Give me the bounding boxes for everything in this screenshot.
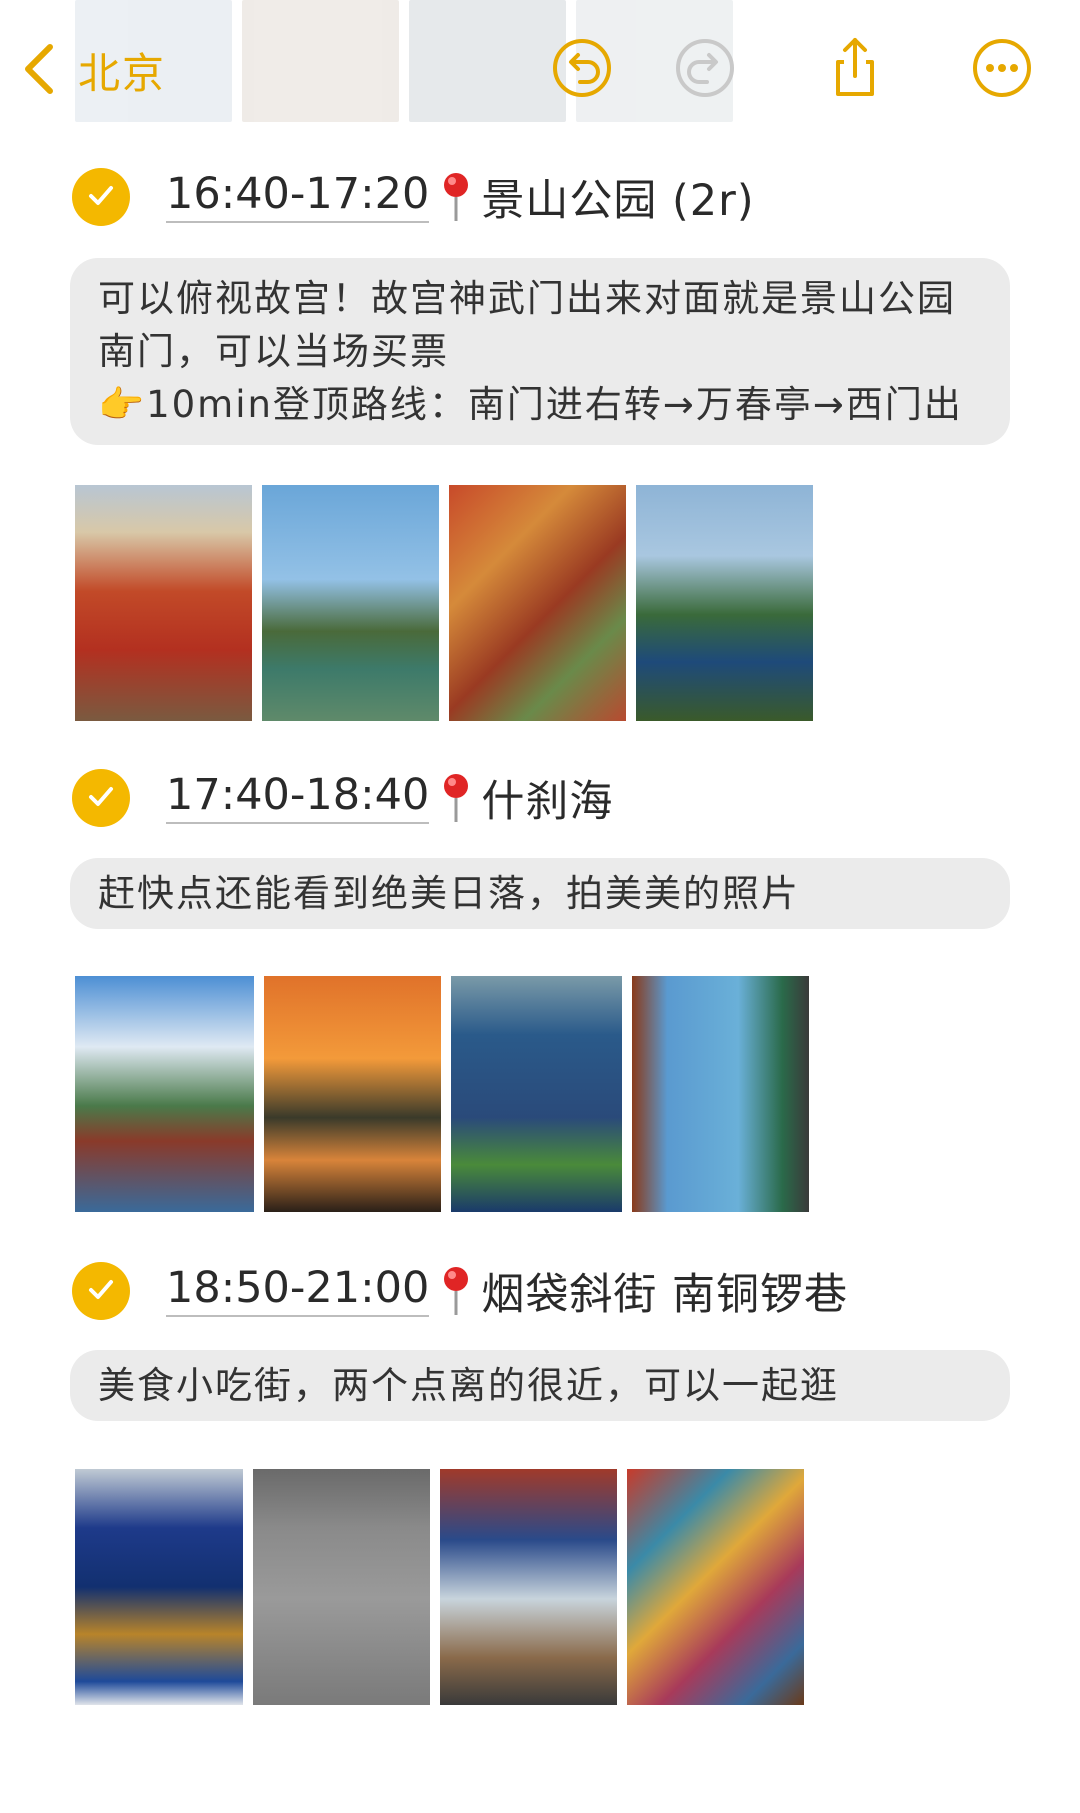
note-bubble: 赶快点还能看到绝美日落，拍美美的照片 <box>70 858 1010 929</box>
map-pin-icon <box>439 171 473 223</box>
checkbox-checked[interactable] <box>72 1262 130 1320</box>
note-line: 赶快点还能看到绝美日落，拍美美的照片 <box>98 872 800 915</box>
checkmark-icon <box>84 178 118 216</box>
corner-tower-moat-photo[interactable] <box>262 485 439 721</box>
lakeside-pagoda-photo[interactable] <box>75 976 254 1212</box>
more-button[interactable] <box>970 36 1034 100</box>
time-range: 17:40-18:40 <box>166 772 430 824</box>
checkmark-icon <box>84 779 118 817</box>
lotus-leaves-photo[interactable] <box>451 976 622 1212</box>
checkbox-checked[interactable] <box>72 168 130 226</box>
back-label: 北京 <box>78 49 167 98</box>
share-button[interactable] <box>822 36 886 100</box>
navigation-bar: 北京 <box>0 0 1080 140</box>
checklist-item: 16:40-17:20 景山公园 (2r) <box>72 162 755 232</box>
photo-row <box>75 485 813 721</box>
lake-view-window-photo[interactable] <box>632 976 809 1212</box>
more-icon <box>970 39 1034 104</box>
undo-icon <box>550 39 614 104</box>
checklist-item: 18:50-21:00 烟袋斜街 南铜锣巷 <box>72 1256 848 1326</box>
note-line: 南门，可以当场买票 <box>98 330 449 373</box>
sunset-boats-photo[interactable] <box>264 976 441 1212</box>
time-range: 18:50-21:00 <box>166 1265 430 1317</box>
back-button[interactable]: 北京 <box>20 40 166 101</box>
palace-rooftops-photo[interactable] <box>449 485 626 721</box>
note-bubble: 美食小吃街，两个点离的很近，可以一起逛 <box>70 1350 1010 1421</box>
map-pin-icon <box>439 772 473 824</box>
undo-button[interactable] <box>550 36 614 100</box>
forbidden-city-overview-photo[interactable] <box>75 485 252 721</box>
checkmark-icon <box>84 1272 118 1310</box>
place-name: 烟袋斜街 南铜锣巷 <box>481 1270 849 1320</box>
fridge-magnets-photo[interactable] <box>627 1469 804 1705</box>
chevron-left-icon <box>20 41 58 101</box>
note-line: 美食小吃街，两个点离的很近，可以一起逛 <box>98 1364 839 1407</box>
checklist-item: 17:40-18:40 什刹海 <box>72 763 613 833</box>
photo-row <box>75 976 809 1212</box>
painted-archway-photo[interactable] <box>440 1469 617 1705</box>
yandai-xiejie-gate-photo[interactable] <box>75 1469 243 1705</box>
note-line: 可以俯视故宫！故宫神武门出来对面就是景山公园 <box>98 277 956 320</box>
place-name: 景山公园 (2r) <box>481 176 755 226</box>
note-line: 👉10min登顶路线：南门进右转→万春亭→西门出 <box>98 383 963 426</box>
time-range: 16:40-17:20 <box>166 171 430 223</box>
note-bubble: 可以俯视故宫！故宫神武门出来对面就是景山公园 南门，可以当场买票 👉10min登… <box>70 258 1010 445</box>
redo-button[interactable] <box>673 36 737 100</box>
checkbox-checked[interactable] <box>72 769 130 827</box>
street-map-relief-photo[interactable] <box>253 1469 430 1705</box>
wanchun-pavilion-photo[interactable] <box>636 485 813 721</box>
share-icon <box>822 38 886 104</box>
map-pin-icon <box>439 1265 473 1317</box>
photo-row <box>75 1469 804 1705</box>
place-name: 什刹海 <box>481 777 614 827</box>
redo-icon <box>673 39 737 104</box>
